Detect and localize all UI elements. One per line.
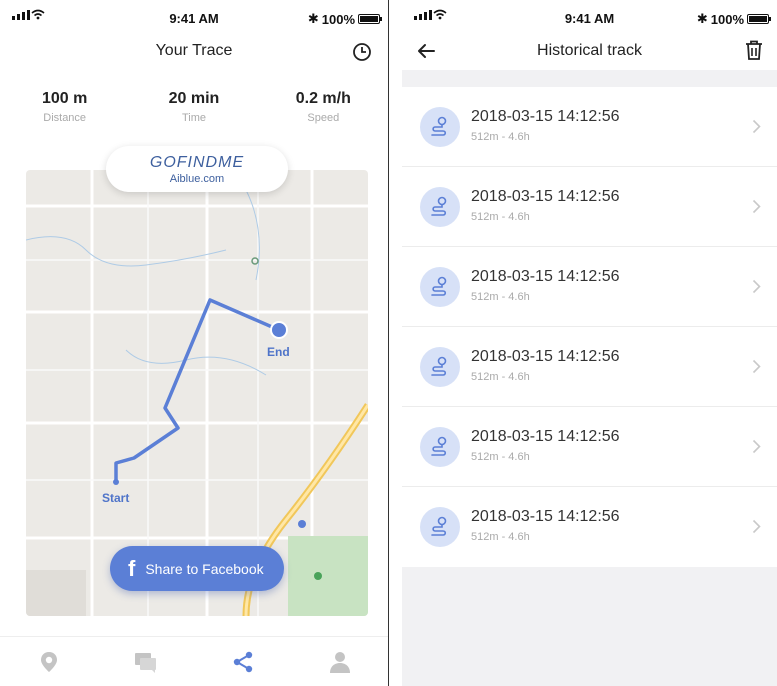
bluetooth-icon: ✱	[696, 11, 708, 26]
list-item[interactable]: 2018-03-15 14:12:56 512m - 4.6h	[402, 167, 777, 247]
page-title: Your Trace	[155, 42, 233, 59]
route-icon	[431, 516, 447, 536]
stat-value: 100 m	[41, 90, 88, 107]
trace-stats: 100 m Distance 20 min Time 0.2 m/h Speed	[0, 90, 388, 124]
track-date: 2018-03-15 14:12:56	[471, 348, 620, 365]
stat-value: 20 min	[168, 90, 220, 107]
chevron-right-icon	[752, 279, 761, 294]
stat-label: Distance	[43, 112, 87, 124]
battery-percent: 100%	[710, 11, 744, 27]
track-meta: 512m - 4.6h	[471, 291, 530, 303]
page-title: Historical track	[537, 42, 642, 59]
route-end-label: End	[267, 345, 290, 359]
route-icon	[431, 196, 447, 216]
chevron-right-icon	[752, 199, 761, 214]
bottom-tab-bar	[0, 636, 388, 686]
route-icon	[431, 116, 447, 136]
person-icon	[329, 651, 350, 673]
history-header: Historical track	[402, 34, 777, 70]
tab-location[interactable]	[19, 642, 79, 682]
bluetooth-icon: ✱	[307, 11, 319, 26]
track-badge	[420, 187, 460, 227]
list-item[interactable]: 2018-03-15 14:12:56 512m - 4.6h	[402, 487, 777, 567]
stat-label: Time	[181, 112, 206, 124]
track-date: 2018-03-15 14:12:56	[471, 428, 620, 445]
route-icon	[431, 276, 447, 296]
track-meta: 512m - 4.6h	[471, 451, 530, 463]
status-bar: 9:41 AM ✱ 100%	[402, 0, 777, 34]
stat-distance: 100 m Distance	[10, 90, 120, 124]
chevron-right-icon	[752, 439, 761, 454]
track-badge	[420, 347, 460, 387]
route-icon	[431, 436, 447, 456]
track-date: 2018-03-15 14:12:56	[471, 188, 620, 205]
chevron-right-icon	[752, 119, 761, 134]
chat-icon	[134, 652, 156, 673]
history-clock-icon[interactable]	[352, 42, 372, 62]
track-date: 2018-03-15 14:12:56	[471, 268, 620, 285]
track-meta: 512m - 4.6h	[471, 371, 530, 383]
facebook-icon: f	[128, 555, 136, 581]
track-badge	[420, 507, 460, 547]
track-list: 2018-03-15 14:12:56 512m - 4.6h 2018-03-…	[402, 87, 777, 567]
trace-screen: 9:41 AM ✱ 100% Your Trace 100 m Distance…	[0, 0, 388, 686]
brand-logo-text: GOFINDME	[149, 154, 245, 171]
brand-site: Aiblue.com	[169, 173, 225, 185]
track-badge	[420, 427, 460, 467]
history-screen: 9:41 AM ✱ 100% Historical track 2018-03-…	[402, 0, 777, 686]
track-badge	[420, 267, 460, 307]
chevron-right-icon	[752, 519, 761, 534]
tab-messages[interactable]	[116, 642, 176, 682]
chevron-right-icon	[752, 359, 761, 374]
battery-percent: 100%	[321, 11, 355, 27]
stat-label: Speed	[307, 112, 340, 124]
list-item[interactable]: 2018-03-15 14:12:56 512m - 4.6h	[402, 407, 777, 487]
status-bar: 9:41 AM ✱ 100%	[0, 0, 388, 34]
share-icon	[233, 651, 252, 672]
track-meta: 512m - 4.6h	[471, 211, 530, 223]
list-item[interactable]: 2018-03-15 14:12:56 512m - 4.6h	[402, 247, 777, 327]
tab-share[interactable]	[213, 642, 273, 682]
track-meta: 512m - 4.6h	[471, 131, 530, 143]
stat-value: 0.2 m/h	[295, 90, 351, 107]
share-button-label: Share to Facebook	[145, 560, 264, 577]
trace-header: Your Trace	[0, 34, 388, 72]
battery-icon	[358, 14, 382, 24]
track-badge	[420, 107, 460, 147]
stat-time: 20 min Time	[139, 90, 249, 124]
track-meta: 512m - 4.6h	[471, 531, 530, 543]
share-to-facebook-button[interactable]: f Share to Facebook	[110, 546, 284, 591]
tab-profile[interactable]	[310, 642, 370, 682]
battery-icon	[747, 14, 771, 24]
screen-divider	[388, 0, 389, 686]
track-date: 2018-03-15 14:12:56	[471, 108, 620, 125]
track-date: 2018-03-15 14:12:56	[471, 508, 620, 525]
list-item[interactable]: 2018-03-15 14:12:56 512m - 4.6h	[402, 87, 777, 167]
route-start-label: Start	[102, 491, 130, 505]
list-item[interactable]: 2018-03-15 14:12:56 512m - 4.6h	[402, 327, 777, 407]
brand-logo: GOFINDME Aiblue.com	[106, 146, 288, 192]
stat-speed: 0.2 m/h Speed	[268, 90, 378, 124]
location-pin-icon	[40, 651, 57, 672]
route-icon	[431, 356, 447, 376]
trash-icon[interactable]	[745, 40, 763, 60]
